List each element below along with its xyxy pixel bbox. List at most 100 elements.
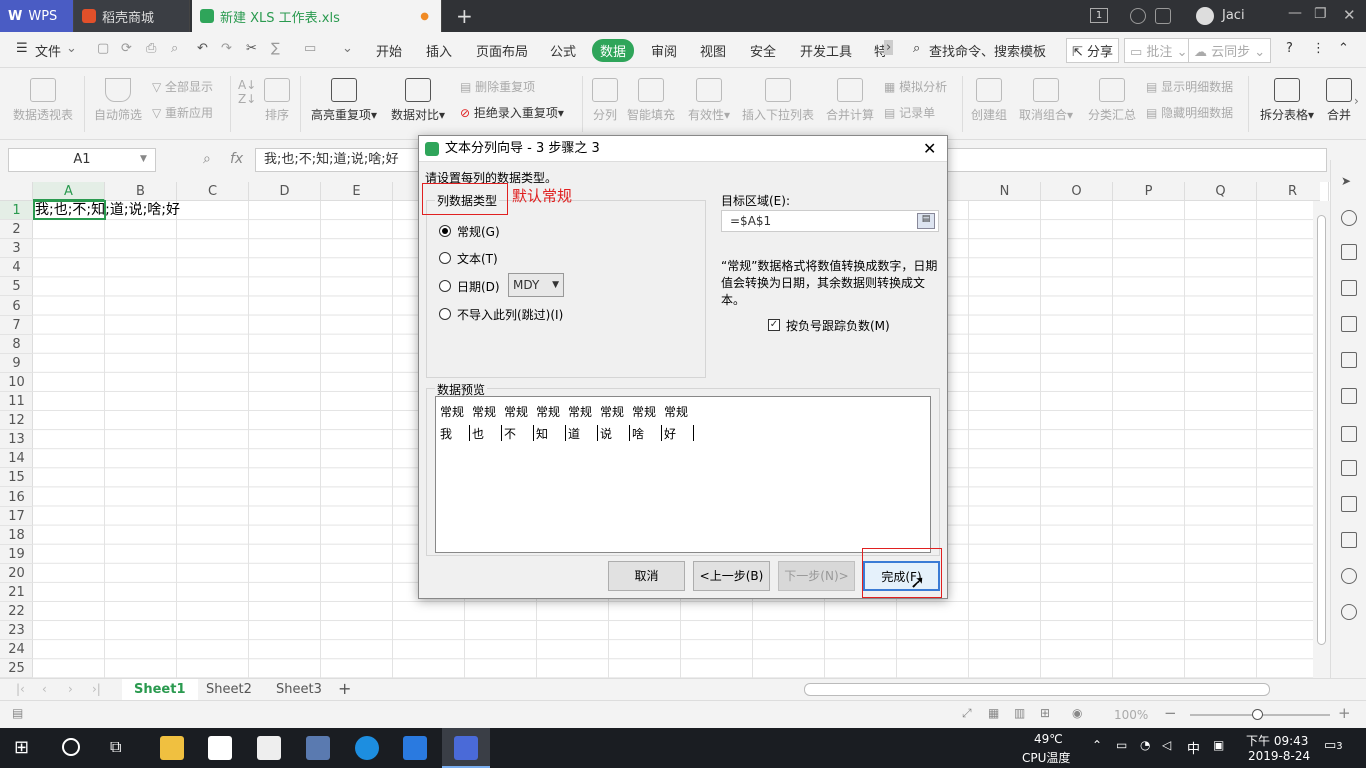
- ime-mode-icon[interactable]: ▣: [1213, 738, 1224, 752]
- computer-icon[interactable]: [306, 736, 330, 760]
- ribbon-scroll-right-icon[interactable]: ›: [1354, 94, 1359, 108]
- back-button[interactable]: <上一步(B): [693, 561, 770, 591]
- wifi-icon[interactable]: ◔: [1140, 738, 1150, 752]
- help-icon[interactable]: ?: [1286, 41, 1293, 56]
- hide-detail-button[interactable]: ▤ 隐藏明细数据: [1146, 104, 1233, 121]
- zoom-slider-handle[interactable]: [1252, 709, 1263, 720]
- restore-icon[interactable]: ❐: [1314, 6, 1327, 22]
- row-header[interactable]: 2: [0, 220, 33, 240]
- share-out-icon[interactable]: [1341, 460, 1357, 476]
- store-icon[interactable]: [208, 736, 232, 760]
- row-header[interactable]: 15: [0, 468, 33, 488]
- save-icon[interactable]: ▢: [97, 41, 109, 56]
- cut-icon[interactable]: ✂: [246, 41, 257, 56]
- close-window-icon[interactable]: ✕: [1343, 6, 1356, 24]
- more-dropdown-icon[interactable]: ⌄: [342, 41, 353, 56]
- row-header[interactable]: 18: [0, 526, 33, 545]
- preview-header[interactable]: 常规: [472, 403, 496, 420]
- browser-icon[interactable]: [355, 736, 379, 760]
- menu-developer[interactable]: 开发工具: [800, 41, 852, 60]
- add-sheet-icon[interactable]: +: [338, 679, 351, 698]
- pivot-table-button[interactable]: 数据透视表: [8, 78, 78, 123]
- col-header-r[interactable]: R: [1257, 182, 1329, 201]
- menu-home[interactable]: 开始: [376, 41, 402, 60]
- row-header[interactable]: 16: [0, 488, 33, 507]
- smart-fill-button[interactable]: 智能填充: [625, 78, 677, 123]
- menu-insert[interactable]: 插入: [426, 41, 452, 60]
- zoom-icon[interactable]: ⌕: [203, 151, 211, 167]
- menu-data[interactable]: 数据: [592, 39, 635, 62]
- user-name[interactable]: Jaci: [1222, 8, 1245, 23]
- negative-sign-checkbox[interactable]: ✓: [768, 319, 780, 331]
- redo-icon[interactable]: ↷: [221, 41, 232, 56]
- print-preview-icon[interactable]: ⌕: [171, 41, 178, 56]
- record-form-button[interactable]: ▤ 记录单: [884, 104, 935, 121]
- wps-taskbar-item[interactable]: [442, 728, 490, 768]
- settings-slider-icon[interactable]: [1341, 352, 1357, 368]
- consolidate-button[interactable]: 合并计算: [824, 78, 876, 123]
- volume-icon[interactable]: ◁: [1162, 738, 1171, 752]
- sort-button[interactable]: 排序: [262, 78, 292, 123]
- sheet-nav-next-icon[interactable]: ›: [68, 682, 73, 696]
- insert-dropdown-button[interactable]: 插入下拉列表: [740, 78, 816, 123]
- radio-skip-label[interactable]: 不导入此列(跳过)(I): [457, 306, 563, 323]
- collapse-ribbon-icon[interactable]: ⌃: [1338, 41, 1349, 56]
- menu-security[interactable]: 安全: [750, 41, 776, 60]
- cloud-sync-button[interactable]: ☁ 云同步 ⌄: [1188, 38, 1272, 63]
- backup-icon[interactable]: [1341, 568, 1357, 584]
- share-button[interactable]: ⇱ 分享: [1066, 38, 1120, 63]
- archive-icon[interactable]: [1341, 496, 1357, 512]
- data-preview-box[interactable]: 常规 常规 常规 常规 常规 常规 常规 常规 我 也 不 知 道 说 啥 好: [435, 396, 931, 553]
- more-icon[interactable]: ⋮: [1312, 41, 1325, 56]
- row-header[interactable]: 13: [0, 430, 33, 450]
- sheet-tab-1[interactable]: Sheet1: [122, 679, 198, 701]
- tab-store[interactable]: 稻壳商城: [74, 0, 190, 32]
- sheet-nav-prev-icon[interactable]: ‹: [42, 682, 47, 696]
- text-to-columns-button[interactable]: 分列: [590, 78, 620, 123]
- row-header[interactable]: 11: [0, 392, 33, 411]
- menu-formula[interactable]: 公式: [550, 41, 576, 60]
- row-header[interactable]: 4: [0, 258, 33, 278]
- ime-indicator[interactable]: 中: [1187, 738, 1200, 757]
- col-header-q[interactable]: Q: [1185, 182, 1257, 201]
- radio-general-label[interactable]: 常规(G): [457, 223, 500, 240]
- zoom-level[interactable]: 100%: [1114, 708, 1148, 722]
- autofilter-button[interactable]: 自动筛选: [90, 78, 146, 123]
- reject-duplicates-button[interactable]: ⊘ 拒绝录入重复项▾: [460, 104, 564, 121]
- row-header[interactable]: 23: [0, 621, 33, 641]
- radio-general[interactable]: [439, 225, 451, 237]
- format-painter-icon[interactable]: ▭: [304, 41, 316, 56]
- grid-icon[interactable]: [1341, 316, 1357, 332]
- ungroup-button[interactable]: 取消组合▾: [1016, 78, 1076, 123]
- clock-date[interactable]: 2019-8-24: [1248, 749, 1310, 763]
- sheet-nav-last-icon[interactable]: ›|: [92, 682, 101, 696]
- target-range-input[interactable]: =$A$1: [721, 210, 939, 232]
- row-header[interactable]: 19: [0, 545, 33, 564]
- skin-icon[interactable]: [1130, 8, 1146, 24]
- col-header-n[interactable]: N: [969, 182, 1041, 201]
- range-picker-icon[interactable]: ▤: [917, 213, 935, 229]
- print-icon[interactable]: ⎙: [146, 41, 156, 56]
- merge-button[interactable]: 合并: [1324, 78, 1354, 123]
- tab-document[interactable]: 新建 XLS 工作表.xls ●: [192, 0, 442, 32]
- horizontal-scrollbar[interactable]: [804, 683, 1270, 696]
- fullscreen-icon[interactable]: ⤢: [962, 706, 972, 721]
- sheet-tab-3[interactable]: Sheet3: [264, 679, 334, 701]
- preview-header[interactable]: 常规: [504, 403, 528, 420]
- search-icon[interactable]: ⌕: [913, 41, 920, 56]
- notification-icon[interactable]: ▭3: [1324, 738, 1343, 753]
- shape-icon[interactable]: [1341, 210, 1357, 226]
- radio-text-label[interactable]: 文本(T): [457, 250, 498, 267]
- tab-wps[interactable]: W WPS: [0, 0, 74, 32]
- negative-sign-label[interactable]: 按负号跟踪负数(M): [786, 317, 890, 334]
- macro-icon[interactable]: ▤: [12, 706, 23, 720]
- col-header-p[interactable]: P: [1113, 182, 1185, 201]
- next-button[interactable]: 下一步(N)>: [778, 561, 855, 591]
- col-header-e[interactable]: E: [321, 182, 393, 201]
- row-header[interactable]: 3: [0, 239, 33, 259]
- shirt-icon[interactable]: [1155, 8, 1171, 24]
- command-search[interactable]: 查找命令、搜索模板: [929, 41, 1046, 60]
- date-format-select[interactable]: MDY ▼: [508, 273, 564, 297]
- menu-page-layout[interactable]: 页面布局: [476, 41, 528, 60]
- select-all-corner[interactable]: [0, 182, 33, 201]
